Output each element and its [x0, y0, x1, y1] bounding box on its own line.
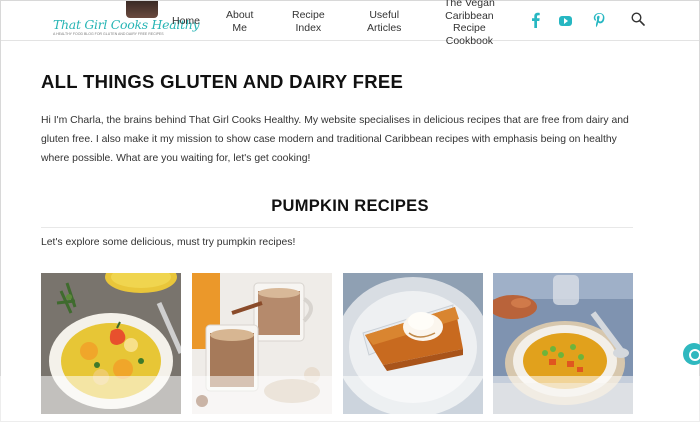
nav-home[interactable]: Home: [172, 15, 200, 28]
nav-about-label-line1: About: [226, 9, 254, 21]
logo-text: That Girl Cooks Healthy: [53, 17, 200, 32]
section-title: PUMPKIN RECIPES: [271, 197, 429, 215]
nav-cookbook-line2: Caribbean: [445, 9, 494, 22]
nav-about-label-line2: Me: [232, 21, 248, 34]
nav-useful-articles[interactable]: Useful Articles: [367, 9, 401, 34]
nav-cookbook-line1: The Vegan: [444, 0, 495, 9]
site-logo[interactable]: That Girl Cooks Healthy A HEALTHY FOOD B…: [53, 1, 200, 41]
nav-cookbook-line3: Recipe: [453, 22, 486, 34]
search-icon[interactable]: [631, 12, 645, 26]
facebook-icon[interactable]: [528, 12, 544, 28]
bottom-fade-overlay: [0, 376, 700, 422]
youtube-icon[interactable]: [559, 16, 572, 26]
nav-recipe-index-line1: Recipe: [292, 9, 325, 21]
nav-useful-articles-line1: Useful: [369, 9, 400, 21]
intro-paragraph: Hi I'm Charla, the brains behind That Gi…: [41, 115, 629, 164]
nav-cookbook-line4: Cookbook: [445, 34, 494, 47]
logo-tagline: A HEALTHY FOOD BLOG FOR GLUTEN AND DAIRY…: [53, 32, 164, 36]
site-header: That Girl Cooks Healthy A HEALTHY FOOD B…: [1, 0, 699, 47]
pinterest-icon[interactable]: [591, 12, 607, 28]
nav-recipe-index[interactable]: Recipe Index: [292, 9, 325, 34]
section-divider: [41, 227, 633, 228]
nav-recipe-index-line2: Index: [295, 21, 322, 34]
logo-photo: [126, 1, 158, 18]
nav-useful-articles-line2: Articles: [367, 21, 402, 34]
page-title: ALL THINGS GLUTEN AND DAIRY FREE: [41, 71, 404, 92]
nav-home-label: Home: [172, 15, 201, 27]
nav-cookbook[interactable]: The Vegan Caribbean Recipe Cookbook: [444, 0, 495, 47]
chat-bubble-icon[interactable]: [683, 343, 700, 365]
nav-about-me[interactable]: About Me: [226, 9, 253, 34]
section-subtitle: Let's explore some delicious, must try p…: [41, 237, 296, 248]
